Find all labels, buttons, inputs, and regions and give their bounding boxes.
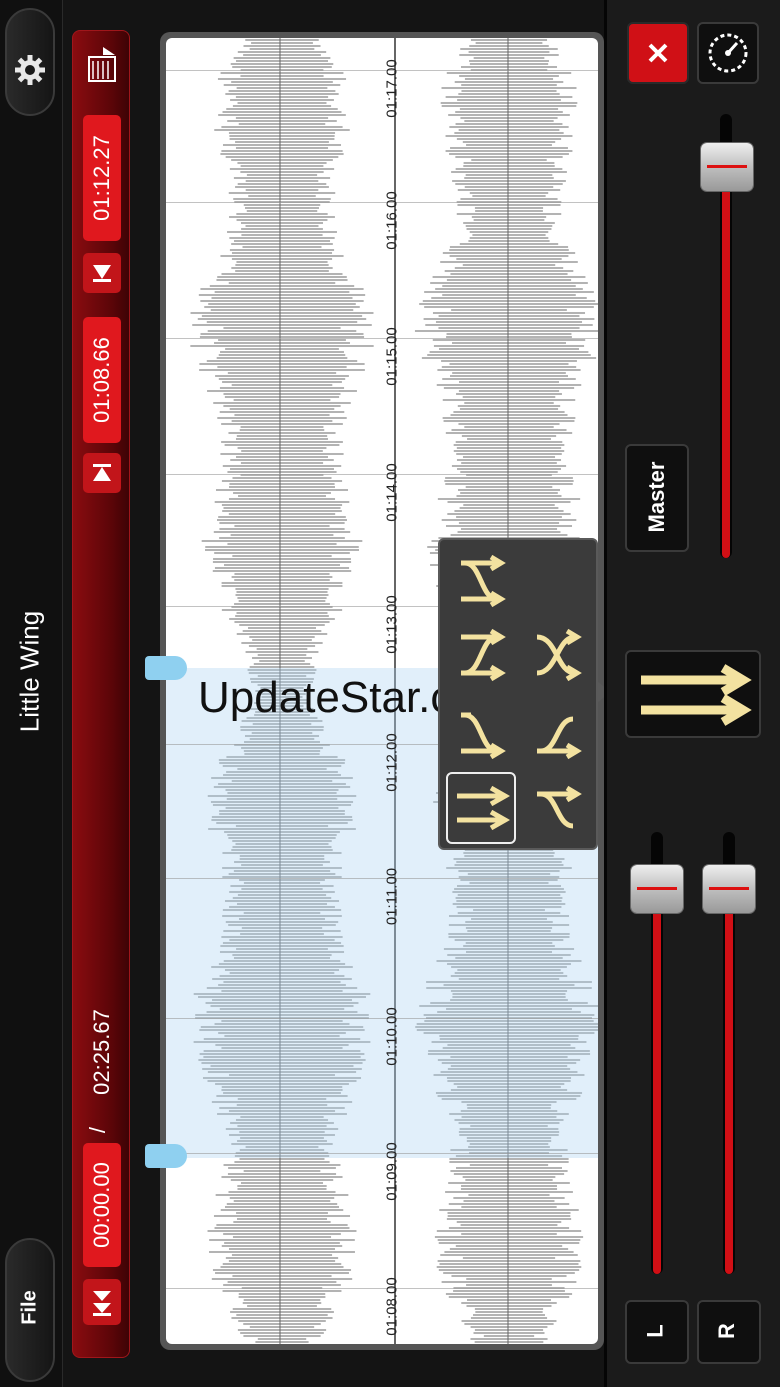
merge-right-icon	[461, 712, 506, 760]
tempo-button[interactable]	[697, 22, 759, 84]
transport-bar: 01:12.27 01:08.66 02:25.67 / 00:00.00	[72, 30, 130, 1358]
right-channel-label: R	[713, 1323, 739, 1339]
time-separator: /	[85, 1126, 111, 1134]
swap-arrows-icon	[461, 554, 506, 608]
mode-right-only[interactable]	[522, 772, 592, 844]
master-button-label: Master	[644, 461, 669, 533]
speedometer-icon	[708, 33, 748, 73]
current-time[interactable]: 00:00.00	[83, 1143, 121, 1267]
merge-left-icon	[461, 628, 506, 682]
file-button[interactable]: File	[5, 1238, 55, 1382]
branch-left-icon	[537, 716, 582, 760]
export-icon	[88, 47, 116, 82]
mode-left-to-right[interactable]	[446, 622, 516, 688]
tick-label: 01:11.00	[383, 867, 401, 926]
tick-mark	[166, 338, 598, 339]
total-time-text: 02:25.67	[89, 1009, 114, 1095]
export-button[interactable]	[83, 43, 121, 87]
close-button[interactable]	[627, 22, 689, 84]
rewind-icon	[93, 1291, 111, 1316]
tick-label: 01:15.00	[383, 327, 401, 386]
loop-end-time-text: 01:12.27	[89, 135, 114, 221]
mode-right-to-left[interactable]	[446, 700, 516, 766]
right-slider-fill	[725, 889, 733, 1274]
channel-mode-popup	[438, 538, 610, 850]
left-toolbar: Little Wing File	[0, 0, 63, 1387]
mode-swap-channels[interactable]	[446, 548, 516, 614]
file-button-label: File	[18, 1290, 41, 1325]
tick-mark	[166, 878, 598, 879]
mode-stereo[interactable]	[446, 772, 516, 844]
settings-button[interactable]	[5, 8, 55, 116]
cross-arrows-icon	[536, 628, 582, 682]
rewind-button[interactable]	[83, 1279, 121, 1325]
right-slider-knob[interactable]	[703, 865, 755, 914]
mixer-panel: Master L R	[604, 0, 780, 1387]
parallel-arrows-icon	[641, 664, 752, 726]
tick-label: 01:17.00	[383, 59, 401, 118]
left-slider-knob[interactable]	[631, 865, 683, 914]
total-time: 02:25.67	[81, 991, 123, 1111]
tick-mark	[166, 70, 598, 71]
channel-mode-button[interactable]	[625, 650, 761, 738]
left-channel-button[interactable]: L	[625, 1300, 689, 1364]
gear-icon	[15, 55, 45, 85]
right-channel-button[interactable]: R	[697, 1300, 761, 1364]
master-button[interactable]: Master	[625, 444, 689, 552]
tick-mark	[166, 202, 598, 203]
tick-mark	[166, 1288, 598, 1289]
master-slider-knob[interactable]	[701, 143, 753, 192]
left-slider-fill	[653, 889, 661, 1274]
current-time-text: 00:00.00	[89, 1162, 114, 1248]
skip-back-icon	[93, 464, 111, 481]
close-icon	[648, 43, 668, 63]
loop-start-marker[interactable]	[145, 1144, 187, 1168]
tick-mark	[166, 1018, 598, 1019]
tick-label: 01:14.00	[383, 463, 401, 522]
mode-left-only[interactable]	[522, 700, 592, 766]
tick-mark	[166, 474, 598, 475]
song-title: Little Wing	[14, 610, 45, 733]
loop-end-time[interactable]: 01:12.27	[83, 115, 121, 241]
tick-label: 01:10.00	[383, 1007, 401, 1066]
tick-label: 01:08.00	[383, 1277, 401, 1336]
skip-to-loop-start-button[interactable]	[83, 453, 121, 493]
skip-to-loop-end-button[interactable]	[83, 253, 121, 293]
mode-mix-both[interactable]	[522, 622, 592, 688]
loop-start-time[interactable]: 01:08.66	[83, 317, 121, 443]
branch-right-icon	[537, 785, 582, 829]
tick-mark	[166, 1153, 598, 1154]
loop-end-marker[interactable]	[145, 656, 187, 680]
skip-forward-icon	[93, 265, 111, 282]
left-channel-label: L	[642, 1324, 668, 1338]
tick-label: 01:09.00	[383, 1142, 401, 1201]
tick-label: 01:16.00	[383, 191, 401, 250]
loop-start-time-text: 01:08.66	[89, 337, 114, 423]
master-slider-fill	[722, 167, 730, 558]
parallel-arrows-icon	[457, 785, 511, 831]
